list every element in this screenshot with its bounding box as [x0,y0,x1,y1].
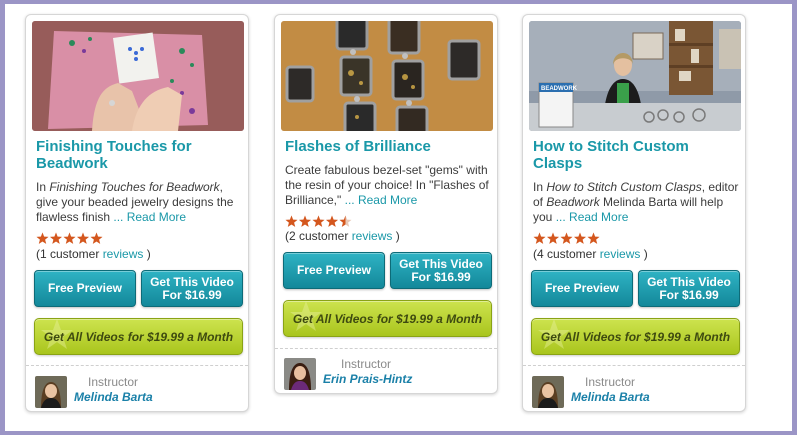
instructor-label: Instructor [88,375,139,389]
avatar [284,358,316,390]
reviews-link[interactable]: reviews [103,247,144,261]
subscribe-all-videos-label: Get All Videos for $19.99 a Month [43,329,234,344]
instructor-name[interactable]: Erin Prais-Hintz [323,372,412,386]
read-more-link[interactable]: ... Read More [345,193,418,207]
description-italic: Beadwork [546,195,600,209]
review-count-text: (4 customer [533,247,600,261]
subscribe-all-videos-button[interactable]: Get All Videos for $19.99 a Month [531,318,740,355]
review-count: (2 customer reviews ) [285,229,400,243]
description-text: In [36,180,50,194]
reviews-link[interactable]: reviews [352,229,393,243]
divider [275,348,497,349]
buy-video-label: Get This Video [399,256,483,271]
magazine-cover-text: BEADWORK [541,86,578,92]
rating-star [77,232,89,244]
rating-star [90,232,103,244]
review-count-suffix: ) [640,247,648,261]
instructor-name[interactable]: Melinda Barta [74,390,153,404]
divider [523,365,745,366]
description-text: In [533,180,547,194]
read-more-link[interactable]: ... Read More [113,210,186,224]
avatar [35,376,67,408]
instructor-label: Instructor [341,357,392,371]
description-italic: How to Stitch Custom Clasps [546,180,702,194]
buy-video-price: For $16.99 [411,269,471,284]
divider [26,365,248,366]
free-preview-button[interactable]: Free Preview [531,270,633,307]
buy-video-price: For $16.99 [659,287,719,302]
read-more-link[interactable]: ... Read More [556,210,629,224]
review-count-text: (1 customer [36,247,103,261]
review-count-text: (2 customer [285,229,352,243]
reviews-link[interactable]: reviews [600,247,641,261]
rating-star [547,232,559,244]
buy-video-button[interactable]: Get This Video For $16.99 [638,270,740,307]
video-thumbnail[interactable] [32,21,244,131]
rating-star [63,232,76,244]
review-count: (1 customer reviews ) [36,247,151,261]
rating-star [36,232,49,244]
avatar [532,376,564,408]
rating-stars [533,232,600,244]
rating-star [587,232,600,244]
video-title[interactable]: How to Stitch Custom Clasps [533,138,739,172]
buy-video-button[interactable]: Get This Video For $16.99 [141,270,243,307]
free-preview-button[interactable]: Free Preview [34,270,136,307]
rating-stars [285,215,352,227]
instructor-name[interactable]: Melinda Barta [571,390,650,404]
rating-star [299,215,311,227]
subscribe-all-videos-button[interactable]: Get All Videos for $19.99 a Month [34,318,243,355]
buy-video-price: For $16.99 [162,287,222,302]
video-description: Create fabulous bezel-set "gems" with th… [285,163,491,208]
buy-video-label: Get This Video [150,274,234,289]
buy-video-label: Get This Video [647,274,731,289]
video-description: In How to Stitch Custom Clasps, editor o… [533,180,739,225]
video-card-finishing-touches: Finishing Touches for Beadwork In Finish… [25,14,249,412]
rating-star [560,232,573,244]
rating-star [326,215,338,227]
video-thumbnail[interactable]: BEADWORK [529,21,741,131]
rating-star [574,232,586,244]
video-thumbnail[interactable] [281,21,493,131]
video-title[interactable]: Flashes of Brilliance [285,138,491,155]
video-card-custom-clasps: BEADWORK How to Stitch Custom Clasps In … [522,14,746,412]
review-count: (4 customer reviews ) [533,247,648,261]
rating-star [312,215,325,227]
video-description: In Finishing Touches for Beadwork, give … [36,180,242,225]
rating-star [285,215,298,227]
free-preview-button[interactable]: Free Preview [283,252,385,289]
subscribe-all-videos-label: Get All Videos for $19.99 a Month [292,311,483,326]
rating-star [533,232,546,244]
review-count-suffix: ) [143,247,151,261]
rating-star [50,232,62,244]
instructor-label: Instructor [585,375,636,389]
subscribe-all-videos-label: Get All Videos for $19.99 a Month [540,329,731,344]
description-italic: Finishing Touches for Beadwork [49,180,220,194]
review-count-suffix: ) [392,229,400,243]
subscribe-all-videos-button[interactable]: Get All Videos for $19.99 a Month [283,300,492,337]
video-title[interactable]: Finishing Touches for Beadwork [36,138,242,172]
video-card-flashes-of-brilliance: Flashes of Brilliance Create fabulous be… [274,14,498,394]
rating-stars [36,232,103,244]
buy-video-button[interactable]: Get This Video For $16.99 [390,252,492,289]
